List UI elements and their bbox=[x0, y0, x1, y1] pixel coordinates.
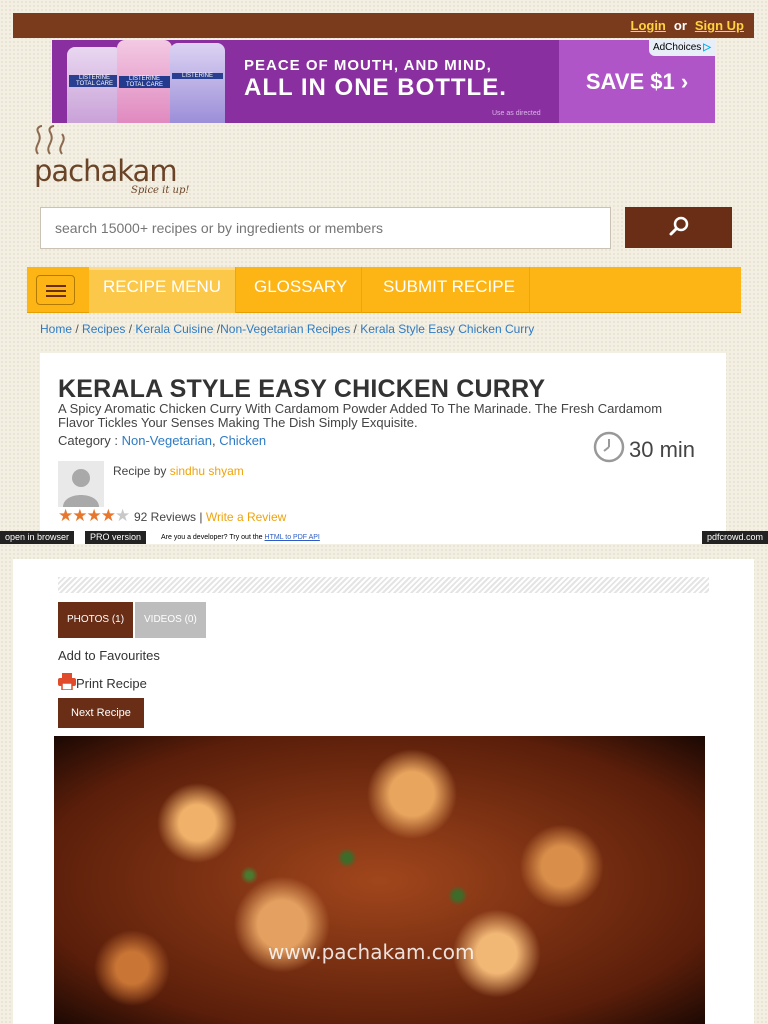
developer-promo: Are you a developer? Try out the HTML to… bbox=[161, 531, 320, 544]
photo-watermark: www.pachakam.com bbox=[268, 940, 475, 964]
recipe-description: A Spicy Aromatic Chicken Curry With Card… bbox=[58, 401, 663, 430]
nav-recipe-menu-label: RECIPE MENU bbox=[103, 277, 222, 296]
top-bar: Login or Sign Up bbox=[13, 13, 754, 38]
pdfcrowd-brand[interactable]: pdfcrowd.com bbox=[701, 531, 768, 544]
cook-time: 30 min bbox=[593, 431, 695, 469]
pro-version-button[interactable]: PRO version bbox=[85, 531, 147, 544]
html-to-pdf-link[interactable]: HTML to PDF API bbox=[265, 534, 320, 541]
bottle-label: LISTERINE TOTAL CARE bbox=[119, 76, 170, 88]
adchoices-badge[interactable]: AdChoices ▷ bbox=[648, 40, 715, 56]
print-recipe-label: Print Recipe bbox=[76, 675, 147, 691]
ad-headline-line2: ALL IN ONE BOTTLE. bbox=[244, 73, 507, 101]
star-icon: ★ bbox=[100, 506, 116, 525]
next-recipe-button[interactable]: Next Recipe bbox=[58, 698, 144, 728]
pdfcrowd-bar: open in browser PRO version Are you a de… bbox=[0, 531, 768, 544]
reviews: 92 Reviews | Write a Review bbox=[134, 510, 286, 524]
bottle-label: LISTERINE bbox=[172, 73, 223, 79]
ad-banner[interactable]: LISTERINE TOTAL CARE LISTERINE TOTAL CAR… bbox=[52, 40, 715, 123]
star-icon: ★ bbox=[115, 506, 130, 525]
ad-headline-line1: PEACE OF MOUTH, AND MIND, bbox=[244, 57, 492, 74]
breadcrumb-nonveg[interactable]: Non-Vegetarian Recipes bbox=[220, 322, 350, 336]
page-title: KERALA STYLE EASY CHICKEN CURRY bbox=[58, 375, 546, 403]
recipe-by-label: Recipe by bbox=[113, 464, 167, 478]
category-nonveg-link[interactable]: Non-Vegetarian bbox=[122, 433, 212, 448]
divider bbox=[58, 577, 709, 593]
nav-glossary[interactable]: GLOSSARY bbox=[240, 267, 363, 313]
main-nav: RECIPE MENU GLOSSARY SUBMIT RECIPE bbox=[27, 267, 741, 313]
nav-submit-recipe[interactable]: SUBMIT RECIPE bbox=[369, 267, 530, 313]
search-button[interactable] bbox=[625, 207, 732, 248]
login-link[interactable]: Login bbox=[631, 18, 666, 33]
clock-icon bbox=[593, 431, 625, 469]
star-icon: ★ bbox=[72, 506, 87, 525]
recipe-header-card: KERALA STYLE EASY CHICKEN CURRY A Spicy … bbox=[40, 353, 726, 531]
search-input[interactable] bbox=[40, 207, 611, 249]
logo-name: pachakam bbox=[34, 154, 178, 188]
reviews-count: 92 Reviews | bbox=[134, 510, 203, 524]
recipe-category: Category : Non-Vegetarian, Chicken bbox=[58, 433, 267, 448]
adchoices-label: AdChoices bbox=[652, 42, 702, 53]
user-icon bbox=[63, 469, 99, 507]
category-chicken-link[interactable]: Chicken bbox=[219, 433, 266, 448]
rating-stars[interactable]: ★★★★★ bbox=[58, 506, 130, 526]
author-link[interactable]: sindhu shyam bbox=[170, 464, 244, 478]
nav-recipe-menu[interactable]: RECIPE MENU bbox=[89, 267, 237, 313]
recipe-author: Recipe by sindhu shyam bbox=[113, 464, 244, 478]
breadcrumb-home[interactable]: Home bbox=[40, 322, 72, 336]
category-label: Category : bbox=[58, 433, 118, 448]
breadcrumb-current[interactable]: Kerala Style Easy Chicken Curry bbox=[360, 322, 534, 336]
recipe-photo[interactable]: www.pachakam.com bbox=[54, 736, 705, 1024]
open-in-browser-button[interactable]: open in browser bbox=[0, 531, 75, 544]
tab-photos[interactable]: PHOTOS (1) bbox=[58, 602, 134, 638]
breadcrumb-kerala[interactable]: Kerala Cuisine bbox=[135, 322, 213, 336]
add-to-favourites-link[interactable]: Add to Favourites bbox=[58, 648, 160, 663]
adchoices-icon: ▷ bbox=[703, 42, 711, 53]
breadcrumb: Home / Recipes / Kerala Cuisine /Non-Veg… bbox=[40, 322, 535, 336]
menu-toggle-button[interactable] bbox=[36, 275, 75, 305]
breadcrumb-recipes[interactable]: Recipes bbox=[82, 322, 125, 336]
write-review-link[interactable]: Write a Review bbox=[206, 510, 286, 524]
star-icon: ★ bbox=[86, 506, 102, 525]
or-text: or bbox=[673, 18, 687, 33]
print-recipe-link[interactable]: Print Recipe bbox=[58, 673, 147, 693]
recipe-media-card: PHOTOS (1) VIDEOS (0) Add to Favourites … bbox=[13, 559, 754, 1024]
ad-bottles-image: LISTERINE TOTAL CARE LISTERINE TOTAL CAR… bbox=[62, 40, 232, 123]
printer-icon bbox=[58, 673, 76, 693]
site-logo[interactable]: pachakam Spice it up! bbox=[28, 124, 198, 204]
ad-small-print: Use as directed bbox=[492, 110, 541, 117]
cook-time-value: 30 min bbox=[629, 437, 696, 462]
developer-text: Are you a developer? Try out the bbox=[161, 534, 263, 541]
star-icon: ★ bbox=[58, 506, 73, 525]
tab-videos[interactable]: VIDEOS (0) bbox=[135, 602, 206, 638]
signup-link[interactable]: Sign Up bbox=[695, 18, 744, 33]
logo-tagline: Spice it up! bbox=[131, 185, 190, 196]
bottle-label: LISTERINE TOTAL CARE bbox=[69, 75, 120, 87]
avatar[interactable] bbox=[58, 461, 104, 507]
search-icon bbox=[668, 215, 690, 240]
ad-headline: PEACE OF MOUTH, AND MIND, ALL IN ONE BOT… bbox=[244, 57, 507, 101]
